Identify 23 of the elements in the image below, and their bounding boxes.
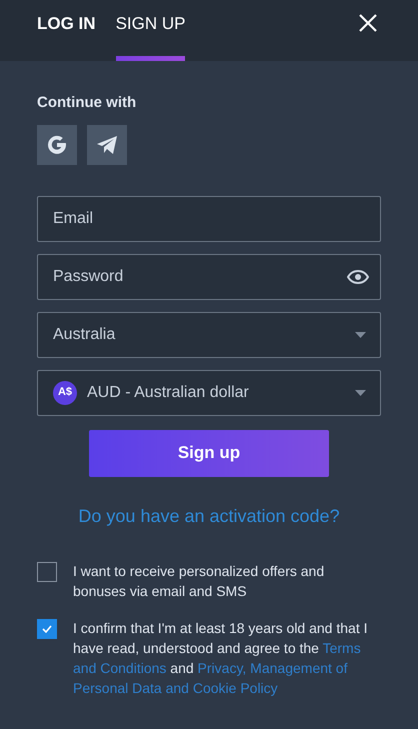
checkbox[interactable] — [37, 618, 57, 638]
password-field[interactable]: Password — [37, 254, 381, 300]
caret-icon — [355, 332, 366, 338]
tab-underline — [116, 56, 186, 61]
sign-up-button[interactable]: Sign up — [89, 430, 329, 476]
social-login-button[interactable] — [87, 124, 127, 164]
google-icon — [46, 134, 68, 156]
paper-plane-icon — [96, 134, 118, 154]
close-icon[interactable] — [358, 13, 378, 33]
consent-text: I confirm that I'm at least 18 years old and that I have read, understood and agree to the Terms and Conditions and Privacy, Management of Personal Data and Cookie Policy — [73, 618, 368, 698]
checkbox[interactable] — [37, 562, 57, 582]
email-field[interactable]: Email — [37, 196, 381, 242]
currency-badge: A$ — [53, 380, 77, 404]
eye-icon[interactable] — [347, 270, 369, 284]
tab[interactable]: SIGN UP — [116, 0, 186, 61]
check-icon — [42, 624, 52, 632]
tab[interactable]: LOG IN — [37, 0, 96, 61]
consent-text: I want to receive personalized offers and bonuses via email and SMS — [73, 562, 326, 600]
country-dropdown[interactable]: Australia — [37, 312, 381, 358]
currency-dropdown[interactable]: A$ AUD - Australian dollar — [37, 370, 381, 416]
social-login-button[interactable] — [37, 124, 77, 164]
caret-icon — [355, 390, 366, 396]
section-label: Continue with — [37, 93, 138, 113]
